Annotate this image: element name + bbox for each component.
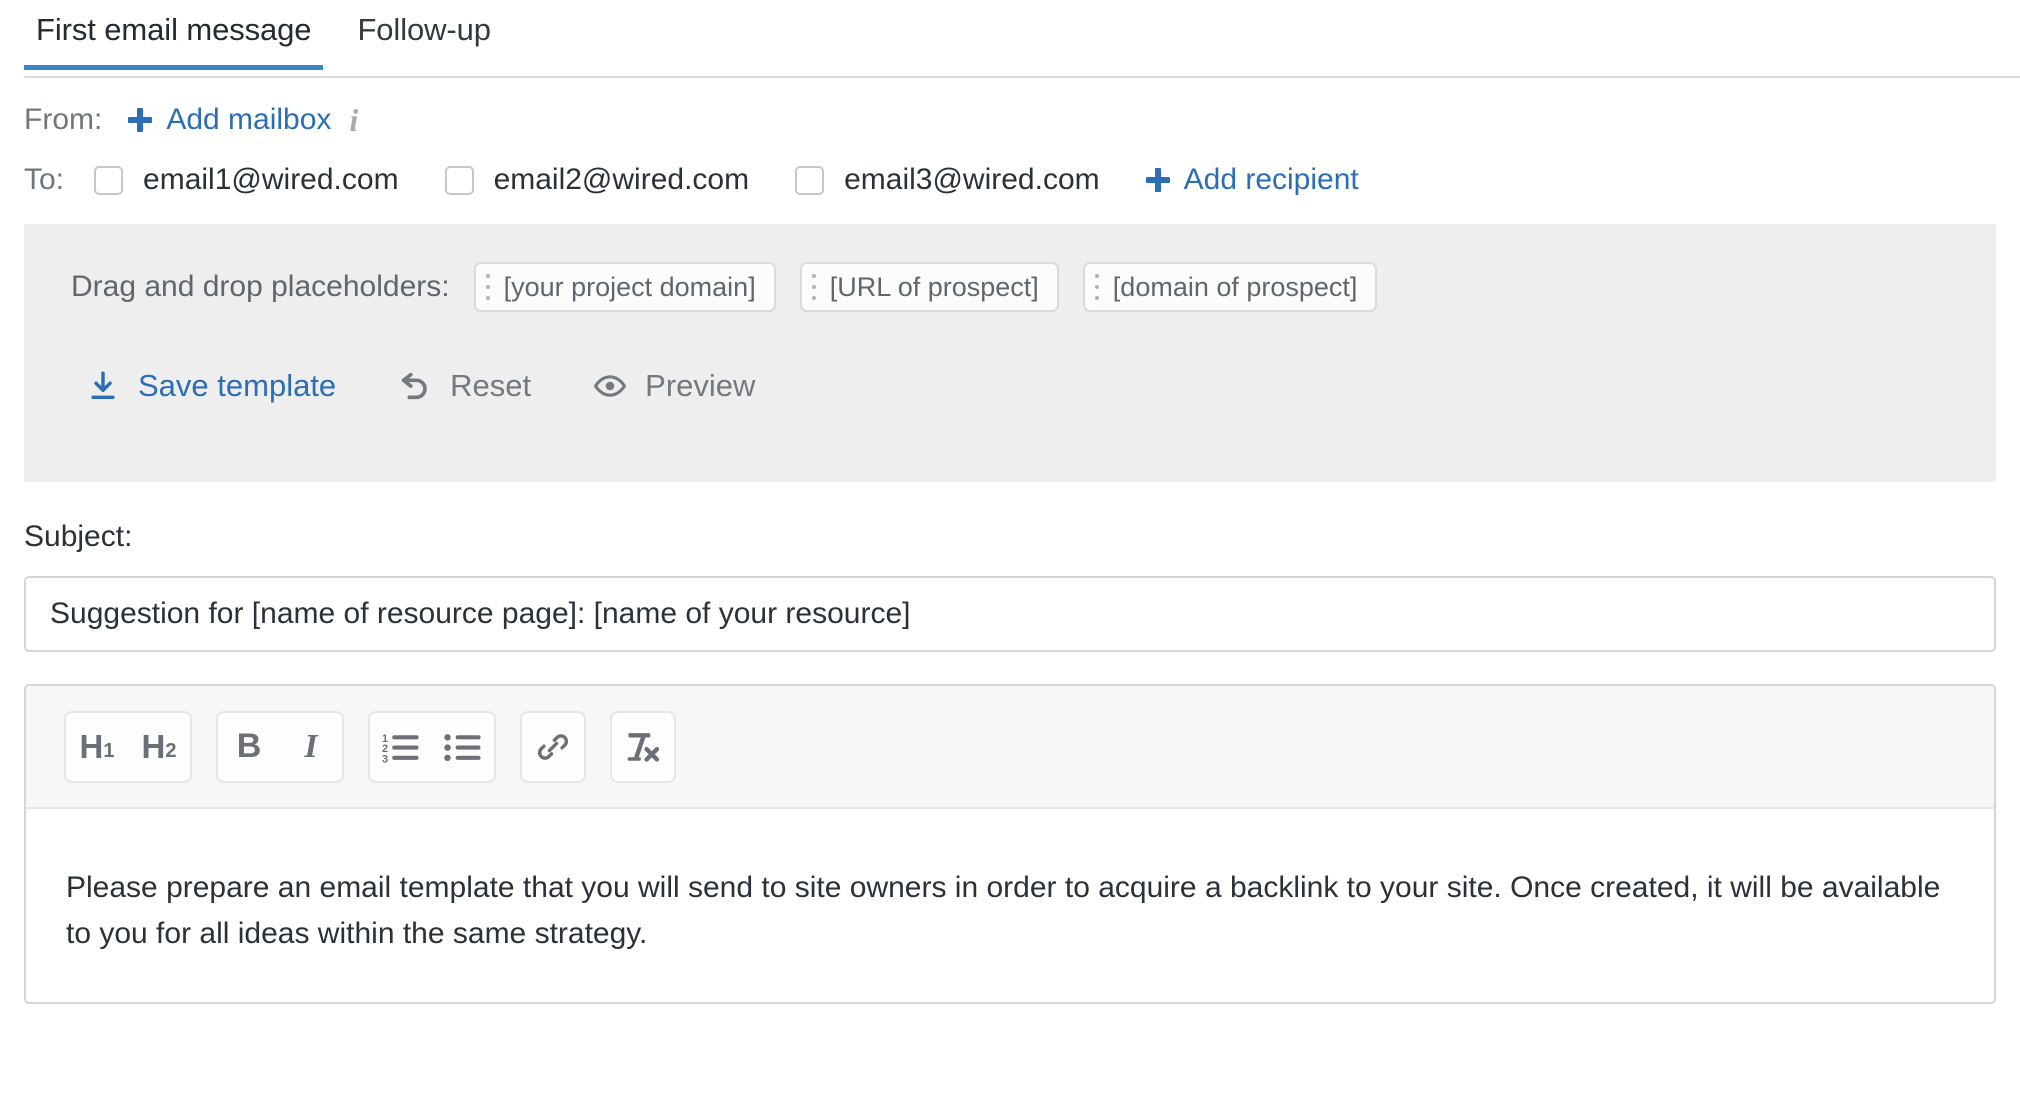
italic-button[interactable]: I bbox=[280, 713, 342, 781]
recipient-item[interactable]: email2@wired.com bbox=[444, 163, 750, 197]
tab-label: Follow-up bbox=[357, 12, 491, 47]
recipient-checkbox[interactable] bbox=[795, 165, 825, 195]
download-icon bbox=[86, 369, 120, 403]
clear-formatting-button-group bbox=[610, 710, 676, 783]
to-label: To: bbox=[24, 163, 65, 196]
preview-label: Preview bbox=[645, 368, 756, 403]
placeholder-chip-domain-of-prospect[interactable]: [domain of prospect] bbox=[1082, 262, 1378, 312]
list-button-group: 1 2 3 bbox=[368, 710, 496, 783]
recipient-email: email1@wired.com bbox=[143, 163, 399, 196]
heading-button-group: H1 H2 bbox=[64, 710, 192, 783]
h1-subscript: 1 bbox=[103, 740, 115, 762]
tab-bar: First email message Follow-up bbox=[0, 0, 2020, 78]
placeholders-row: Drag and drop placeholders: [your projec… bbox=[24, 262, 1996, 312]
tab-follow-up[interactable]: Follow-up bbox=[345, 0, 502, 70]
reset-label: Reset bbox=[450, 368, 532, 403]
plus-icon bbox=[128, 108, 153, 132]
placeholder-chip-url-of-prospect[interactable]: [URL of prospect] bbox=[799, 262, 1059, 312]
drag-handle-icon[interactable] bbox=[1094, 274, 1099, 300]
link-button[interactable] bbox=[522, 713, 584, 781]
message-editor: H1 H2 B I 1 2 3 Please prepare an email … bbox=[24, 684, 1996, 1004]
subject-value: Suggestion for [name of resource page]: … bbox=[50, 597, 911, 630]
placeholder-chip-label: [URL of prospect] bbox=[829, 271, 1039, 302]
placeholders-label: Drag and drop placeholders: bbox=[71, 270, 450, 303]
from-row: From: Add mailbox i bbox=[0, 78, 2020, 140]
heading-1-button[interactable]: H1 bbox=[66, 713, 128, 781]
recipient-checkbox[interactable] bbox=[94, 165, 124, 195]
heading-2-button[interactable]: H2 bbox=[128, 713, 190, 781]
link-button-group bbox=[520, 710, 586, 783]
recipient-checkbox[interactable] bbox=[444, 165, 474, 195]
tab-label: First email message bbox=[36, 12, 312, 47]
placeholder-chip-project-domain[interactable]: [your project domain] bbox=[473, 262, 776, 312]
text-style-button-group: B I bbox=[216, 710, 344, 783]
recipient-item[interactable]: email3@wired.com bbox=[795, 163, 1100, 197]
plus-icon bbox=[1145, 168, 1170, 192]
undo-icon bbox=[398, 369, 432, 403]
bold-icon: B bbox=[236, 727, 262, 765]
preview-button[interactable]: Preview bbox=[593, 368, 755, 404]
tab-first-email-message[interactable]: First email message bbox=[24, 0, 324, 70]
drag-handle-icon[interactable] bbox=[485, 274, 490, 300]
email-template-editor: First email message Follow-up From: Add … bbox=[0, 0, 2020, 1107]
drag-handle-icon[interactable] bbox=[811, 274, 816, 300]
add-recipient-button[interactable]: Add recipient bbox=[1145, 163, 1359, 197]
editor-body-text: Please prepare an email template that yo… bbox=[66, 871, 1941, 950]
save-template-button[interactable]: Save template bbox=[86, 368, 336, 404]
placeholder-chip-label: [your project domain] bbox=[503, 271, 756, 302]
link-icon bbox=[537, 733, 569, 760]
bold-button[interactable]: B bbox=[218, 713, 280, 781]
ordered-list-icon: 1 2 3 bbox=[382, 732, 419, 764]
add-recipient-label: Add recipient bbox=[1183, 163, 1359, 196]
italic-icon: I bbox=[304, 727, 318, 765]
template-actions: Save template Reset Preview bbox=[24, 368, 1996, 404]
ordered-list-button[interactable]: 1 2 3 bbox=[370, 713, 432, 781]
editor-body[interactable]: Please prepare an email template that yo… bbox=[26, 809, 1994, 957]
save-template-label: Save template bbox=[138, 368, 337, 403]
h1-icon: H bbox=[79, 727, 104, 765]
recipient-item[interactable]: email1@wired.com bbox=[94, 163, 399, 197]
info-icon[interactable]: i bbox=[349, 104, 358, 136]
placeholders-panel: Drag and drop placeholders: [your projec… bbox=[24, 224, 1996, 482]
eye-icon bbox=[593, 369, 627, 403]
bullet-list-button[interactable] bbox=[432, 713, 494, 781]
reset-button[interactable]: Reset bbox=[398, 368, 531, 404]
h2-icon: H bbox=[141, 727, 166, 765]
add-mailbox-label: Add mailbox bbox=[166, 103, 332, 136]
placeholder-chip-label: [domain of prospect] bbox=[1112, 271, 1358, 302]
recipient-email: email2@wired.com bbox=[493, 163, 750, 196]
subject-label: Subject: bbox=[24, 520, 133, 553]
svg-text:3: 3 bbox=[382, 753, 388, 764]
editor-toolbar: H1 H2 B I 1 2 3 bbox=[26, 686, 1994, 809]
clear-formatting-button[interactable] bbox=[612, 713, 674, 781]
to-row: To: email1@wired.com email2@wired.com em… bbox=[0, 140, 2020, 202]
recipient-email: email3@wired.com bbox=[844, 163, 1100, 196]
clear-formatting-icon bbox=[627, 732, 660, 762]
from-label: From: bbox=[24, 103, 103, 136]
h2-subscript: 2 bbox=[165, 740, 177, 762]
bullet-list-icon bbox=[444, 733, 481, 761]
subject-input[interactable]: Suggestion for [name of resource page]: … bbox=[24, 576, 1996, 652]
add-mailbox-button[interactable]: Add mailbox bbox=[128, 103, 331, 137]
